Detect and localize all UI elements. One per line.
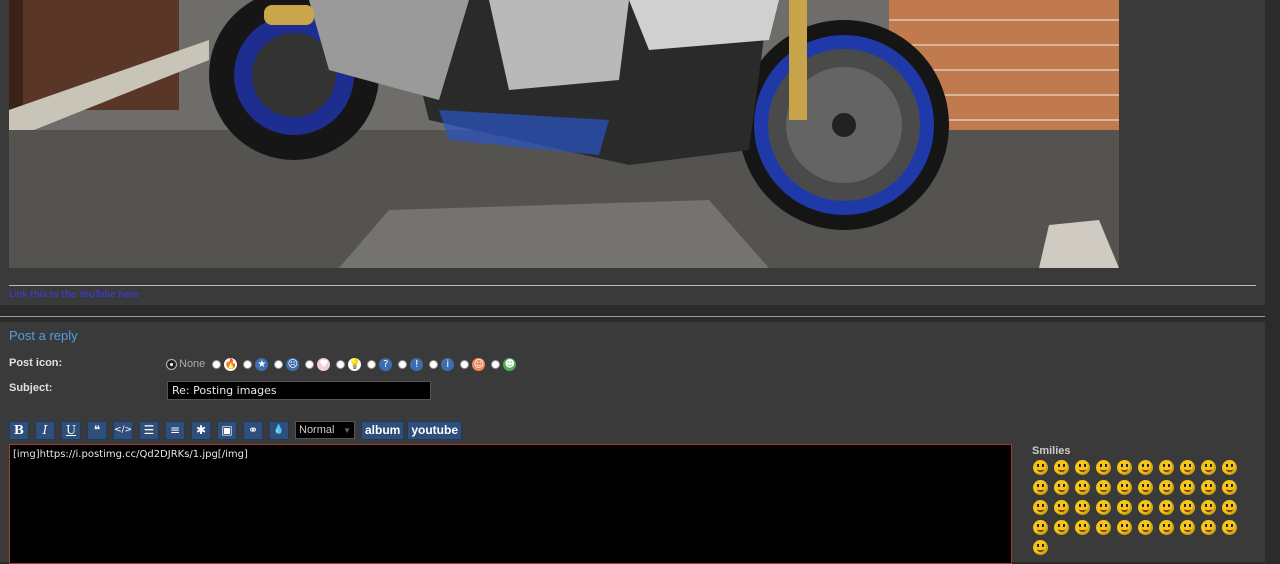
smiley-icon[interactable]	[1159, 480, 1174, 495]
post-icon-label: Post icon:	[9, 357, 63, 369]
smiley-icon[interactable]	[1138, 480, 1153, 495]
link-button[interactable]: ⚭	[243, 420, 263, 440]
fire-icon[interactable]: 🔥	[224, 357, 238, 371]
smiley-icon[interactable]	[1096, 520, 1111, 535]
font-size-select[interactable]: Normal ▼	[295, 421, 355, 439]
smiley-icon[interactable]	[1138, 520, 1153, 535]
smiley-icon[interactable]	[1222, 460, 1237, 475]
post-icon-list: 🔥 ★ ☹ ♥ 💡?! i ☺ ☻	[212, 357, 522, 371]
post-icon-radio-4[interactable]	[336, 359, 346, 369]
smiley-icon[interactable]	[1159, 520, 1174, 535]
smiley-icon[interactable]	[1117, 480, 1132, 495]
smiley-icon[interactable]	[1201, 520, 1216, 535]
smiley-icon[interactable]	[1117, 460, 1132, 475]
post-divider	[9, 285, 1256, 286]
post-icon-options: None 🔥 ★ ☹ ♥ 💡?! i ☺ ☻	[166, 356, 522, 372]
smiley-icon[interactable]	[1054, 520, 1069, 535]
smiley-icon[interactable]	[1222, 500, 1237, 515]
smiley-icon[interactable]	[1117, 520, 1132, 535]
smiley-icon[interactable]	[1033, 540, 1048, 555]
smiley-icon[interactable]	[1033, 480, 1048, 495]
sad-face-icon[interactable]: ☹	[286, 357, 300, 371]
smiley-icon[interactable]	[1159, 460, 1174, 475]
heart-icon[interactable]: ♥	[317, 357, 331, 371]
smilies-grid	[1033, 460, 1253, 560]
message-textarea[interactable]: [img]https://i.postimg.cc/Qd2DJRKs/1.jpg…	[9, 444, 1012, 564]
smilies-title: Smilies	[1032, 445, 1071, 457]
editor-toolbar: B I U ❝ </> ☰ ≡ ✱ ▣ ⚭ 💧 Normal ▼ album y…	[9, 420, 465, 440]
image-button[interactable]: ▣	[217, 420, 237, 440]
smiley-icon[interactable]	[1201, 460, 1216, 475]
smiley-icon[interactable]	[1096, 500, 1111, 515]
smiley-icon[interactable]	[1075, 520, 1090, 535]
grin-icon[interactable]: ☻	[503, 357, 517, 371]
post-icon-radio-3[interactable]	[305, 359, 315, 369]
post-icon-radio-9[interactable]	[491, 359, 501, 369]
list-item-button[interactable]: ✱	[191, 420, 211, 440]
youtube-button[interactable]: youtube	[407, 420, 463, 440]
post-icon-none-label: None	[179, 358, 206, 370]
smiley-icon[interactable]	[1117, 500, 1132, 515]
smiley-icon[interactable]	[1033, 520, 1048, 535]
ordered-list-button[interactable]: ≡	[165, 420, 185, 440]
post-icon-radio-1[interactable]	[243, 359, 253, 369]
font-size-value: Normal	[299, 424, 335, 436]
section-separator	[0, 316, 1265, 317]
smiley-icon[interactable]	[1180, 520, 1195, 535]
smiley-icon[interactable]	[1033, 460, 1048, 475]
bold-button[interactable]: B	[9, 420, 29, 440]
post-panel: Link this to the YouTube here	[0, 0, 1265, 305]
smiley-icon[interactable]	[1222, 480, 1237, 495]
smiley-icon[interactable]	[1201, 480, 1216, 495]
smiley-icon[interactable]	[1138, 500, 1153, 515]
code-button[interactable]: </>	[113, 420, 133, 440]
smiley-icon[interactable]	[1180, 460, 1195, 475]
motorcycle-photo[interactable]	[9, 0, 1119, 268]
smiley-icon[interactable]	[1159, 500, 1174, 515]
info-icon[interactable]: i	[441, 357, 455, 371]
chevron-down-icon: ▼	[343, 425, 351, 435]
subject-label: Subject:	[9, 382, 53, 394]
subject-input[interactable]	[167, 381, 431, 400]
post-icon-radio-none[interactable]	[166, 358, 177, 370]
album-button[interactable]: album	[361, 420, 405, 440]
question-icon[interactable]: ?	[379, 357, 393, 371]
post-icon-radio-6[interactable]	[398, 359, 408, 369]
post-icon-radio-2[interactable]	[274, 359, 284, 369]
smiley-icon[interactable]	[1222, 520, 1237, 535]
thumbs-icon[interactable]: ☺	[472, 357, 486, 371]
smiley-icon[interactable]	[1054, 480, 1069, 495]
post-icon-radio-7[interactable]	[429, 359, 439, 369]
post-icon-radio-5[interactable]	[367, 359, 377, 369]
italic-button[interactable]: I	[35, 420, 55, 440]
smiley-icon[interactable]	[1033, 500, 1048, 515]
motorcycle-illustration	[9, 0, 1119, 268]
warning-icon[interactable]: !	[410, 357, 424, 371]
smiley-icon[interactable]	[1180, 500, 1195, 515]
list-button[interactable]: ☰	[139, 420, 159, 440]
smiley-icon[interactable]	[1096, 460, 1111, 475]
smiley-icon[interactable]	[1180, 480, 1195, 495]
smiley-icon[interactable]	[1075, 460, 1090, 475]
star-icon[interactable]: ★	[255, 357, 269, 371]
smiley-icon[interactable]	[1138, 460, 1153, 475]
lightbulb-icon[interactable]: 💡	[348, 357, 362, 371]
quote-button[interactable]: ❝	[87, 420, 107, 440]
smiley-icon[interactable]	[1054, 500, 1069, 515]
underline-button[interactable]: U	[61, 420, 81, 440]
post-icon-radio-0[interactable]	[212, 359, 222, 369]
smiley-icon[interactable]	[1075, 500, 1090, 515]
smiley-icon[interactable]	[1096, 480, 1111, 495]
post-icon-radio-8[interactable]	[460, 359, 470, 369]
image-link[interactable]: Link this to the YouTube here	[9, 290, 139, 300]
reply-title: Post a reply	[9, 328, 78, 343]
smiley-icon[interactable]	[1201, 500, 1216, 515]
color-button[interactable]: 💧	[269, 420, 289, 440]
smiley-icon[interactable]	[1054, 460, 1069, 475]
smiley-icon[interactable]	[1075, 480, 1090, 495]
